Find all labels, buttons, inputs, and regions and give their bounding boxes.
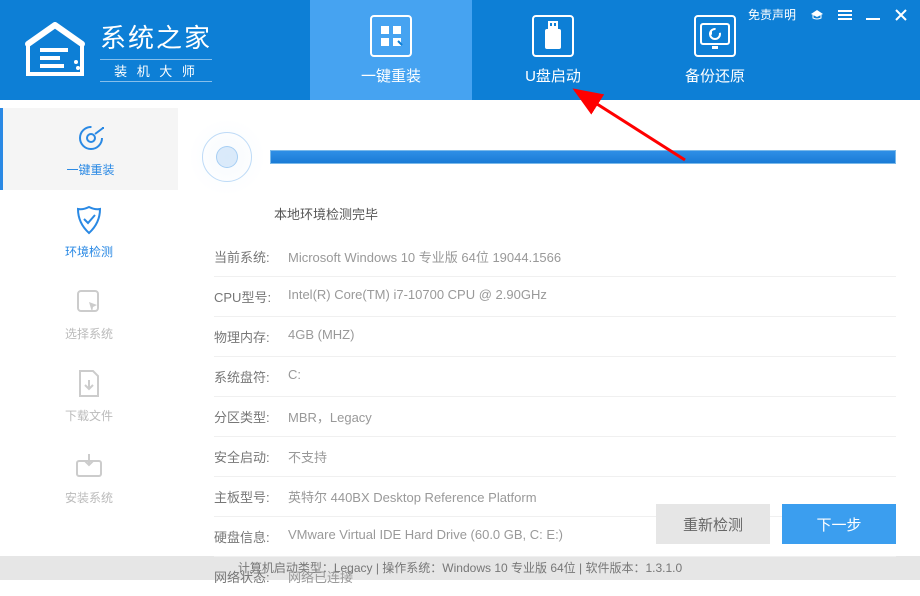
info-value: Microsoft Windows 10 专业版 64位 19044.1566: [288, 247, 561, 266]
hat-icon[interactable]: [810, 8, 824, 22]
radar-icon: [188, 118, 266, 196]
sidebar-label: 一键重装: [66, 161, 114, 178]
info-value: VMware Virtual IDE Hard Drive (60.0 GB, …: [288, 527, 563, 546]
sidebar-label: 安装系统: [65, 489, 113, 506]
sidebar-item-detect[interactable]: 环境检测: [0, 190, 178, 272]
target-icon: [74, 121, 108, 155]
tab-reinstall[interactable]: 一键重装: [310, 0, 472, 100]
info-label: 主板型号:: [214, 487, 288, 506]
shield-icon: [72, 203, 106, 237]
info-row: 安全启动:不支持: [214, 437, 896, 477]
detect-complete-text: 本地环境检测完毕: [274, 204, 896, 223]
sidebar-item-download[interactable]: 下载文件: [0, 354, 178, 436]
usb-icon: [532, 15, 574, 57]
info-value: 网络已连接: [288, 567, 353, 586]
reinstall-icon: [370, 15, 412, 57]
tab-label: 一键重装: [361, 65, 421, 86]
info-row: 网络状态:网络已连接: [214, 557, 896, 596]
logo-area: 系统之家 装 机 大 师: [0, 0, 310, 100]
titlebar-controls: 免责声明: [748, 6, 908, 23]
info-value: MBR，Legacy: [288, 407, 372, 426]
info-label: CPU型号:: [214, 287, 288, 306]
body: 一键重装 环境检测 选择系统 下载文件 安装系统 本地环境检测完毕 当前系统:M…: [0, 100, 920, 556]
info-value: 4GB (MHZ): [288, 327, 354, 346]
sidebar-item-install[interactable]: 安装系统: [0, 436, 178, 518]
info-row: 系统盘符:C:: [214, 357, 896, 397]
info-label: 网络状态:: [214, 567, 288, 586]
progress-bar: [270, 150, 896, 164]
header: 系统之家 装 机 大 师 一键重装 U盘启动 备份还原 免责声明: [0, 0, 920, 100]
info-label: 硬盘信息:: [214, 527, 288, 546]
install-box-icon: [72, 449, 106, 483]
sidebar-label: 环境检测: [65, 243, 113, 260]
menu-icon[interactable]: [838, 8, 852, 22]
minimize-icon[interactable]: [866, 8, 880, 22]
app-title: 系统之家: [100, 18, 212, 55]
download-file-icon: [72, 367, 106, 401]
next-button[interactable]: 下一步: [782, 504, 896, 544]
redetect-button[interactable]: 重新检测: [656, 504, 770, 544]
tab-usb-boot[interactable]: U盘启动: [472, 0, 634, 100]
info-row: 物理内存:4GB (MHZ): [214, 317, 896, 357]
tab-label: U盘启动: [525, 65, 581, 86]
main-panel: 本地环境检测完毕 当前系统:Microsoft Windows 10 专业版 6…: [178, 100, 920, 556]
sidebar: 一键重装 环境检测 选择系统 下载文件 安装系统: [0, 100, 178, 556]
info-value: Intel(R) Core(TM) i7-10700 CPU @ 2.90GHz: [288, 287, 547, 306]
app-subtitle: 装 机 大 师: [100, 59, 212, 82]
sidebar-item-choose[interactable]: 选择系统: [0, 272, 178, 354]
sidebar-label: 选择系统: [65, 325, 113, 342]
top-tabs: 一键重装 U盘启动 备份还原: [310, 0, 796, 100]
info-row: CPU型号:Intel(R) Core(TM) i7-10700 CPU @ 2…: [214, 277, 896, 317]
info-row: 分区类型:MBR，Legacy: [214, 397, 896, 437]
disclaimer-link[interactable]: 免责声明: [748, 6, 796, 23]
info-label: 安全启动:: [214, 447, 288, 466]
info-value: 不支持: [288, 447, 327, 466]
info-row: 当前系统:Microsoft Windows 10 专业版 64位 19044.…: [214, 237, 896, 277]
info-label: 物理内存:: [214, 327, 288, 346]
info-label: 当前系统:: [214, 247, 288, 266]
info-value: 英特尔 440BX Desktop Reference Platform: [288, 487, 537, 506]
tab-label: 备份还原: [685, 65, 745, 86]
info-label: 系统盘符:: [214, 367, 288, 386]
close-icon[interactable]: [894, 8, 908, 22]
sidebar-item-reinstall[interactable]: 一键重装: [0, 108, 178, 190]
app-logo-icon: [20, 20, 90, 80]
info-label: 分区类型:: [214, 407, 288, 426]
square-cursor-icon: [72, 285, 106, 319]
sidebar-label: 下载文件: [65, 407, 113, 424]
restore-icon: [694, 15, 736, 57]
info-value: C:: [288, 367, 301, 386]
